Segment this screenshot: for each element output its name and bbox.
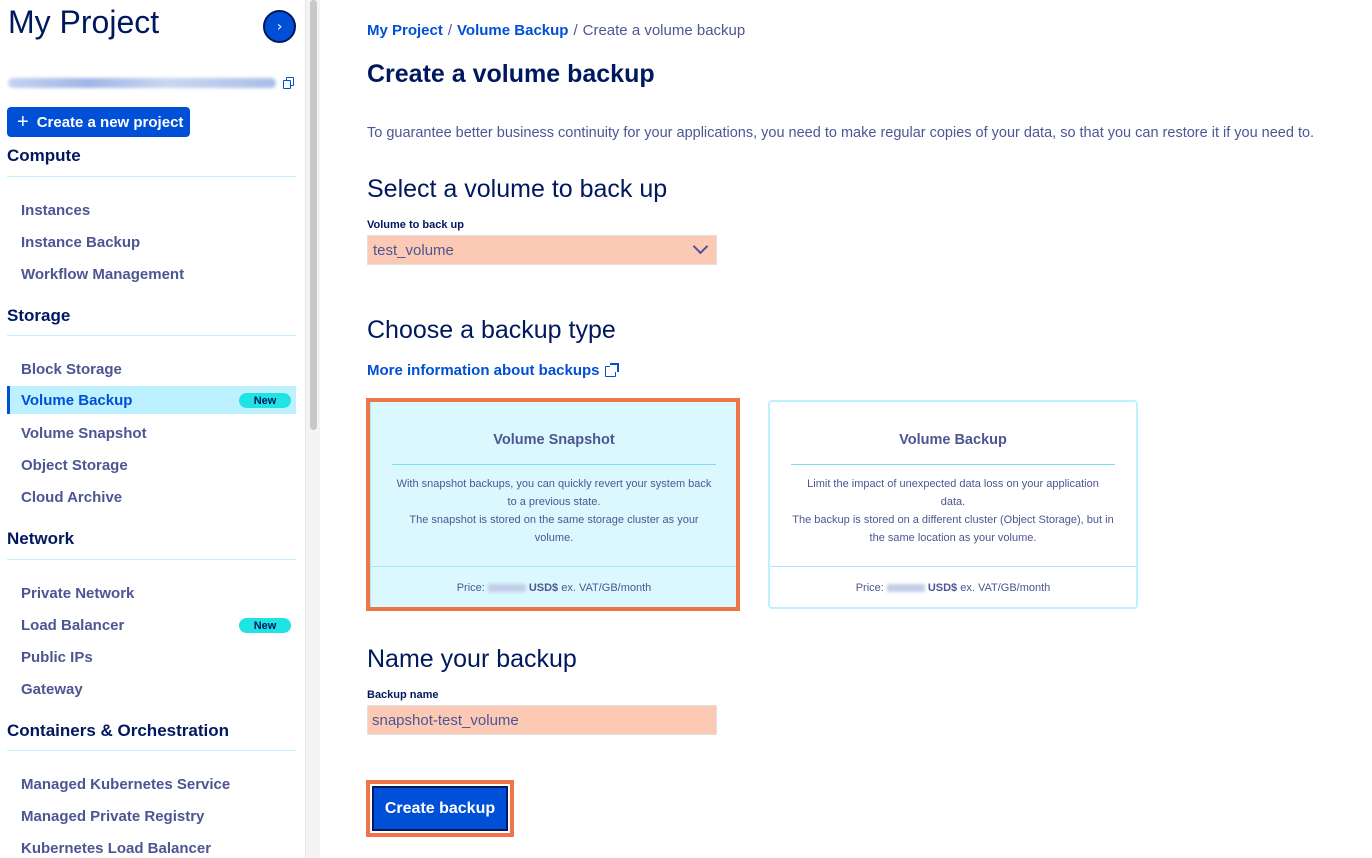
- price-value-redacted: [487, 584, 526, 593]
- sidebar-item-block-storage[interactable]: Block Storage: [7, 355, 296, 383]
- price-label: Price:: [855, 582, 884, 594]
- breadcrumb-my-project[interactable]: My Project: [367, 22, 443, 39]
- create-new-project-label: Create a new project: [36, 113, 184, 131]
- sidebar-item-label: Volume Backup: [21, 391, 133, 409]
- price-currency: USD$: [927, 582, 958, 594]
- breadcrumb-volume-backup[interactable]: Volume Backup: [457, 22, 568, 39]
- card-divider: [770, 566, 1136, 567]
- section-title-compute: Compute: [7, 146, 81, 165]
- project-id-redacted: [8, 78, 276, 88]
- price-unit: ex. VAT/GB/month: [561, 582, 652, 594]
- breadcrumb-separator: /: [447, 22, 453, 39]
- card-description-line: Limit the impact of unexpected data loss…: [807, 478, 1099, 508]
- backup-type-card-snapshot[interactable]: Volume Snapshot With snapshot backups, y…: [369, 400, 739, 609]
- card-title: Volume Snapshot: [493, 432, 615, 448]
- sidebar-item-label: Load Balancer: [21, 616, 125, 634]
- new-badge: New: [239, 618, 291, 633]
- main-content: My Project / Volume Backup / Create a vo…: [320, 0, 1372, 858]
- backup-info-link-label: More information about backups: [367, 362, 600, 379]
- sidebar-item-private-network[interactable]: Private Network: [7, 579, 296, 607]
- sidebar-item-instance-backup[interactable]: Instance Backup: [7, 228, 296, 256]
- card-description-line: With snapshot backups, you can quickly r…: [396, 478, 712, 508]
- card-title: Volume Backup: [899, 432, 1007, 448]
- card-divider: [791, 464, 1115, 465]
- collapse-sidebar-button[interactable]: ›: [263, 10, 296, 43]
- backup-info-link[interactable]: More information about backups: [367, 362, 619, 379]
- sidebar-item-workflow-management[interactable]: Workflow Management: [7, 260, 296, 288]
- breadcrumb-current: Create a volume backup: [582, 22, 746, 39]
- chevron-right-icon: ›: [276, 18, 283, 35]
- section-title-storage: Storage: [7, 306, 71, 325]
- volume-select[interactable]: test_volume: [367, 235, 717, 265]
- create-new-project-button[interactable]: + Create a new project: [7, 107, 190, 137]
- create-backup-button[interactable]: Create backup: [372, 786, 508, 831]
- scrollbar-thumb[interactable]: [310, 0, 317, 430]
- section-divider: [7, 176, 296, 177]
- card-description: Limit the impact of unexpected data loss…: [790, 475, 1116, 547]
- chevron-down-icon: [692, 238, 709, 255]
- sidebar-item-object-storage[interactable]: Object Storage: [7, 451, 296, 479]
- sidebar-item-kubernetes-load-balancer[interactable]: Kubernetes Load Balancer: [7, 834, 296, 858]
- section-divider: [7, 335, 296, 336]
- price-label: Price:: [456, 582, 485, 594]
- page-title: Create a volume backup: [367, 60, 655, 88]
- backup-type-heading: Choose a backup type: [367, 316, 616, 344]
- breadcrumb-separator: /: [573, 22, 578, 39]
- backup-type-card-backup[interactable]: Volume Backup Limit the impact of unexpe…: [768, 400, 1138, 609]
- price-value-redacted: [886, 584, 925, 593]
- sidebar-item-managed-kubernetes[interactable]: Managed Kubernetes Service: [7, 770, 296, 798]
- section-title-network: Network: [7, 529, 75, 548]
- backup-name-input[interactable]: snapshot-test_volume: [367, 705, 717, 735]
- external-link-icon: [604, 363, 619, 377]
- card-price: Price: USD$ ex. VAT/GB/month: [371, 582, 737, 594]
- card-description-line: The backup is stored on a different clus…: [792, 514, 1114, 544]
- sidebar-item-volume-snapshot[interactable]: Volume Snapshot: [7, 419, 296, 447]
- card-description-line: The snapshot is stored on the same stora…: [409, 514, 699, 544]
- sidebar-item-load-balancer[interactable]: Load Balancer New: [7, 611, 296, 639]
- sidebar: My Project › + Create a new project Comp…: [0, 0, 305, 858]
- backup-name-value: snapshot-test_volume: [372, 711, 519, 729]
- project-title: My Project: [8, 4, 160, 40]
- volume-select-label: Volume to back up: [367, 219, 464, 231]
- card-divider: [392, 464, 716, 465]
- sidebar-item-gateway[interactable]: Gateway: [7, 675, 296, 703]
- volume-select-value: test_volume: [373, 241, 454, 259]
- backup-name-label: Backup name: [367, 689, 439, 701]
- copy-icon[interactable]: [283, 77, 295, 90]
- sidebar-scrollbar[interactable]: [305, 0, 320, 858]
- sidebar-item-instances[interactable]: Instances: [7, 196, 296, 224]
- plus-icon: +: [17, 111, 29, 133]
- price-unit: ex. VAT/GB/month: [960, 582, 1051, 594]
- section-title-containers: Containers & Orchestration: [7, 721, 229, 740]
- price-currency: USD$: [528, 582, 559, 594]
- new-badge: New: [239, 393, 291, 408]
- card-divider: [371, 566, 737, 567]
- card-price: Price: USD$ ex. VAT/GB/month: [770, 582, 1136, 594]
- sidebar-item-cloud-archive[interactable]: Cloud Archive: [7, 483, 296, 511]
- create-backup-highlight: Create backup: [366, 780, 514, 837]
- section-divider: [7, 559, 296, 560]
- name-backup-heading: Name your backup: [367, 645, 577, 673]
- section-divider: [7, 750, 296, 751]
- sidebar-item-managed-private-registry[interactable]: Managed Private Registry: [7, 802, 296, 830]
- page-intro: To guarantee better business continuity …: [367, 125, 1315, 141]
- sidebar-item-volume-backup[interactable]: Volume Backup New: [7, 386, 296, 414]
- card-description: With snapshot backups, you can quickly r…: [391, 475, 717, 547]
- sidebar-item-public-ips[interactable]: Public IPs: [7, 643, 296, 671]
- breadcrumb: My Project / Volume Backup / Create a vo…: [367, 22, 745, 39]
- select-volume-heading: Select a volume to back up: [367, 175, 668, 203]
